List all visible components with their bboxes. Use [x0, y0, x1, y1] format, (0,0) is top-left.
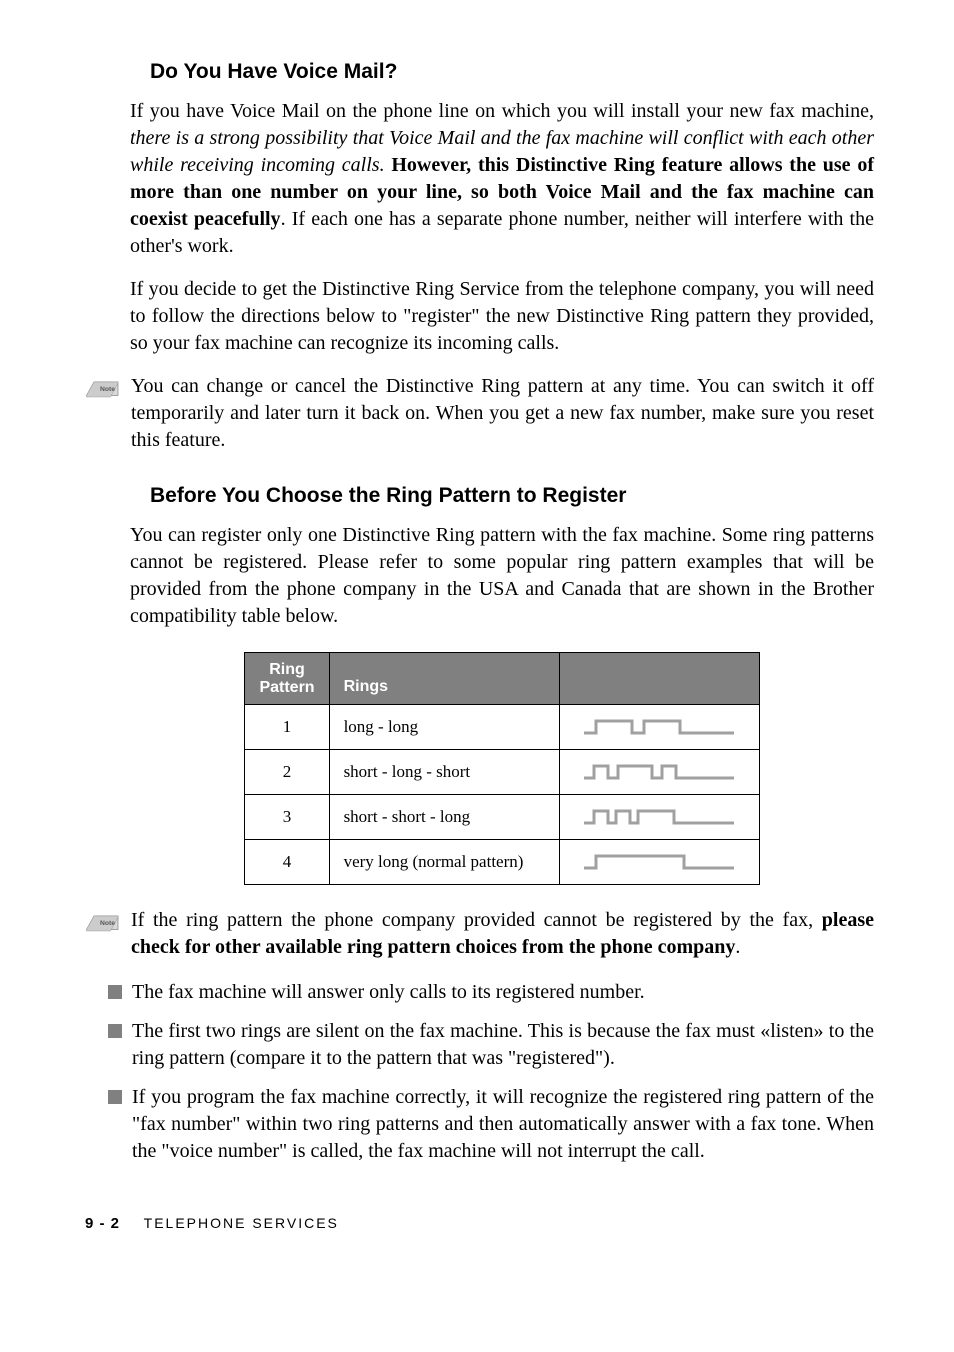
note-icon: Note — [85, 377, 121, 404]
heading-ring-pattern: Before You Choose the Ring Pattern to Re… — [150, 484, 874, 508]
table-header-row: Ring Pattern Rings — [245, 653, 759, 705]
ring-pattern-table: Ring Pattern Rings 1 long - long — [244, 652, 759, 885]
bullet-square-icon — [108, 985, 122, 999]
svg-text:Note: Note — [100, 386, 115, 393]
th-rings: Rings — [329, 653, 559, 705]
bullet-list: The fax machine will answer only calls t… — [130, 979, 874, 1165]
para-ring-1: You can register only one Distinctive Ri… — [130, 522, 874, 630]
cell-wave — [559, 750, 759, 795]
note-text-1: You can change or cancel the Distinctive… — [131, 373, 874, 454]
bullet-text: If you program the fax machine correctly… — [132, 1084, 874, 1165]
text-fragment: If you have Voice Mail on the phone line… — [130, 100, 874, 122]
para-voicemail-1: If you have Voice Mail on the phone line… — [130, 98, 874, 260]
table-row: 2 short - long - short — [245, 750, 759, 795]
bullet-text: The first two rings are silent on the fa… — [132, 1018, 874, 1072]
text-fragment: . — [735, 936, 740, 958]
note-text-2: If the ring pattern the phone company pr… — [131, 907, 874, 961]
cell-desc: very long (normal pattern) — [329, 840, 559, 885]
wave-long-long — [584, 717, 745, 737]
table-row: 1 long - long — [245, 705, 759, 750]
cell-num: 4 — [245, 840, 329, 885]
th-ring-pattern: Ring Pattern — [245, 653, 329, 705]
wave-short-short-long — [584, 807, 745, 827]
cell-wave — [559, 840, 759, 885]
cell-num: 1 — [245, 705, 329, 750]
cell-wave — [559, 705, 759, 750]
table-row: 3 short - short - long — [245, 795, 759, 840]
wave-very-long — [584, 852, 745, 872]
list-item: The fax machine will answer only calls t… — [108, 979, 874, 1006]
bullet-square-icon — [108, 1090, 122, 1104]
cell-num: 2 — [245, 750, 329, 795]
list-item: If you program the fax machine correctly… — [108, 1084, 874, 1165]
ring-pattern-table-container: Ring Pattern Rings 1 long - long — [130, 652, 874, 885]
note-block-1: Note You can change or cancel the Distin… — [85, 373, 874, 454]
note-block-2: Note If the ring pattern the phone compa… — [85, 907, 874, 961]
th-line2: Pattern — [259, 679, 314, 696]
th-line1: Ring — [269, 661, 305, 678]
cell-wave — [559, 795, 759, 840]
cell-desc: long - long — [329, 705, 559, 750]
bullet-text: The fax machine will answer only calls t… — [132, 979, 645, 1006]
para-voicemail-2: If you decide to get the Distinctive Rin… — [130, 276, 874, 357]
th-wave — [559, 653, 759, 705]
heading-voicemail: Do You Have Voice Mail? — [150, 60, 874, 84]
note-icon: Note — [85, 911, 121, 938]
cell-desc: short - short - long — [329, 795, 559, 840]
list-item: The first two rings are silent on the fa… — [108, 1018, 874, 1072]
text-fragment: If the ring pattern the phone company pr… — [131, 909, 822, 931]
cell-num: 3 — [245, 795, 329, 840]
bullet-square-icon — [108, 1024, 122, 1038]
page-number: 9 - 2 — [85, 1215, 120, 1232]
table-row: 4 very long (normal pattern) — [245, 840, 759, 885]
svg-text:Note: Note — [100, 920, 115, 927]
page-footer: 9 - 2 TELEPHONE SERVICES — [85, 1215, 874, 1232]
cell-desc: short - long - short — [329, 750, 559, 795]
footer-section-title: TELEPHONE SERVICES — [144, 1215, 339, 1231]
wave-short-long-short — [584, 762, 745, 782]
